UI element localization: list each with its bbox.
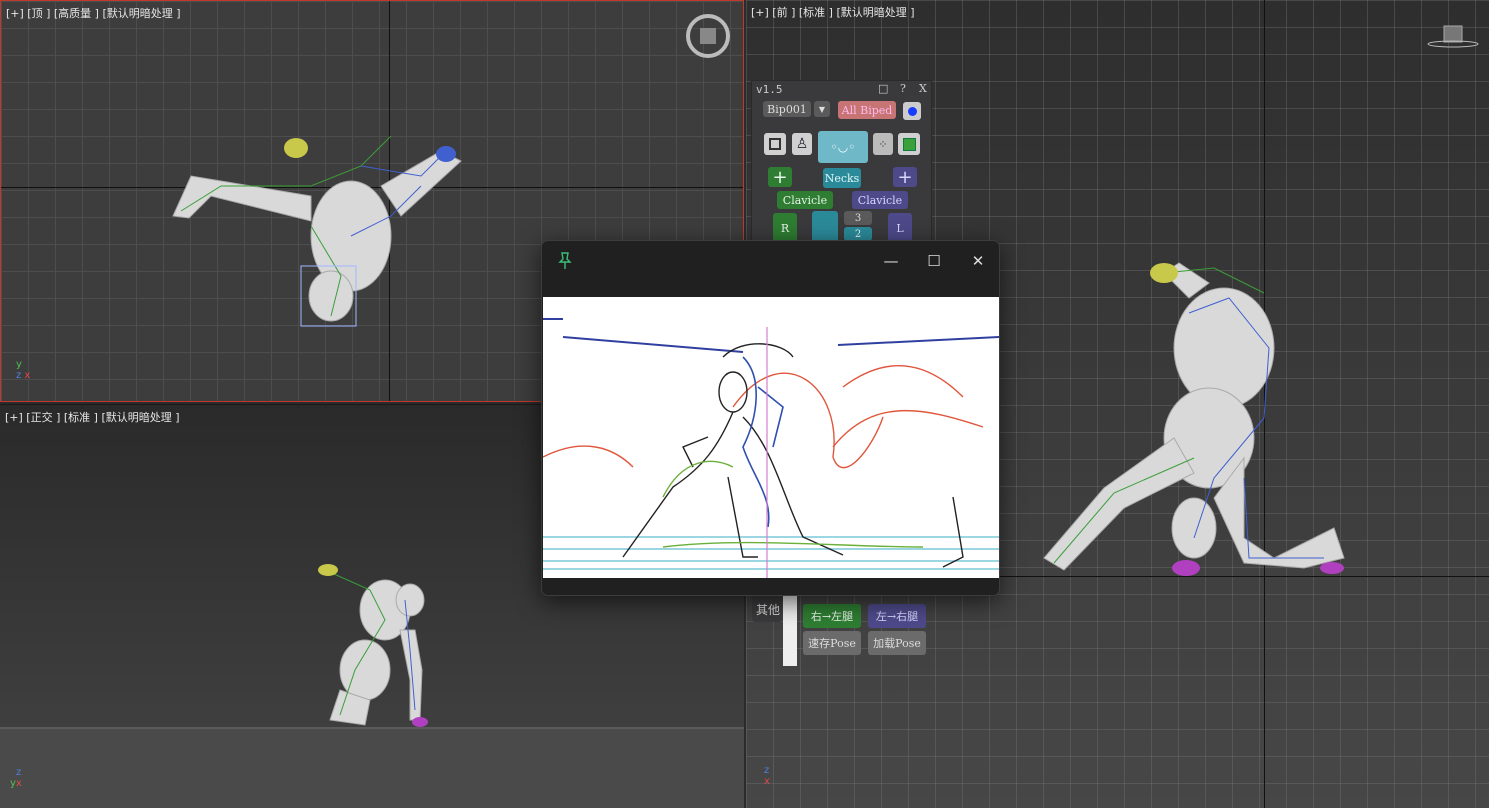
minimize-button[interactable]: — (879, 251, 903, 271)
viewport-front-label[interactable]: [+] [前 ] [标准 ] [默认明暗处理 ] (751, 4, 915, 20)
save-pose-button[interactable]: 速存Pose (803, 631, 861, 655)
biped-figure-ortho[interactable] (310, 560, 450, 730)
panel-scrollbar[interactable] (783, 596, 797, 666)
necks-button[interactable]: Necks (823, 168, 861, 188)
viewport-ortho-label[interactable]: [+] [正交 ] [标准 ] [默认明暗处理 ] (5, 409, 180, 425)
right-to-left-leg-button[interactable]: 右→左腿 (803, 604, 861, 628)
panel-version: v1.5 (756, 83, 783, 96)
color-dot-button[interactable] (903, 102, 921, 120)
biped-head-icon[interactable]: ◦◡◦ (818, 131, 868, 163)
biped-select[interactable]: Bip001 (763, 101, 811, 117)
reference-image-window[interactable]: — ☐ ✕ (541, 240, 1000, 596)
panel-close-button[interactable]: X (919, 82, 927, 95)
axis-gizmo-front: z x (764, 765, 770, 787)
biped-tool-panel: v1.5 □ ? X Bip001 ▼ All Biped ♙ ◦◡◦ ⁘ + … (751, 80, 932, 250)
pin-icon[interactable] (557, 252, 573, 270)
select-all-icon[interactable] (764, 133, 786, 155)
clavicle-left-button[interactable]: Clavicle (852, 191, 908, 209)
steering-wheel-icon[interactable] (684, 12, 732, 60)
add-right-button[interactable]: + (893, 167, 917, 188)
axis-gizmo-top: y z x (16, 359, 31, 381)
reference-sketch-image (543, 297, 999, 578)
biped-figure-top[interactable] (161, 126, 481, 346)
figure-mode-icon[interactable]: ♙ (792, 133, 812, 155)
axis-gizmo-ortho: z yx (10, 767, 22, 789)
tool-panel-lower: 其他 右→左腿 左→右腿 速存Pose 加载Pose (752, 596, 932, 666)
left-to-right-leg-button[interactable]: 左→右腿 (868, 604, 926, 628)
cube-green-icon[interactable] (898, 133, 920, 155)
all-biped-button[interactable]: All Biped (838, 101, 896, 119)
close-button[interactable]: ✕ (966, 251, 990, 271)
viewport-top-label[interactable]: [+] [顶 ] [高质量 ] [默认明暗处理 ] (6, 5, 181, 21)
other-label: 其他 (752, 596, 782, 622)
r-button[interactable]: R (773, 213, 797, 243)
biped-dropdown-arrow[interactable]: ▼ (814, 101, 830, 117)
viewcube-icon[interactable] (1426, 22, 1480, 50)
spine-3-button[interactable]: 3 (844, 211, 872, 225)
ground-plane (0, 727, 744, 808)
maximize-button[interactable]: ☐ (922, 251, 946, 271)
add-left-button[interactable]: + (768, 167, 792, 188)
panel-help-button[interactable]: ? (900, 82, 906, 95)
load-pose-button[interactable]: 加载Pose (868, 631, 926, 655)
panel-restore-button[interactable]: □ (878, 82, 888, 95)
l-button[interactable]: L (888, 213, 912, 243)
mirror-icon[interactable]: ⁘ (873, 133, 893, 155)
clavicle-right-button[interactable]: Clavicle (777, 191, 833, 209)
blue-dot-icon (907, 106, 917, 116)
biped-figure-front[interactable] (1014, 258, 1354, 580)
spine-2-button[interactable]: 2 (844, 227, 872, 241)
